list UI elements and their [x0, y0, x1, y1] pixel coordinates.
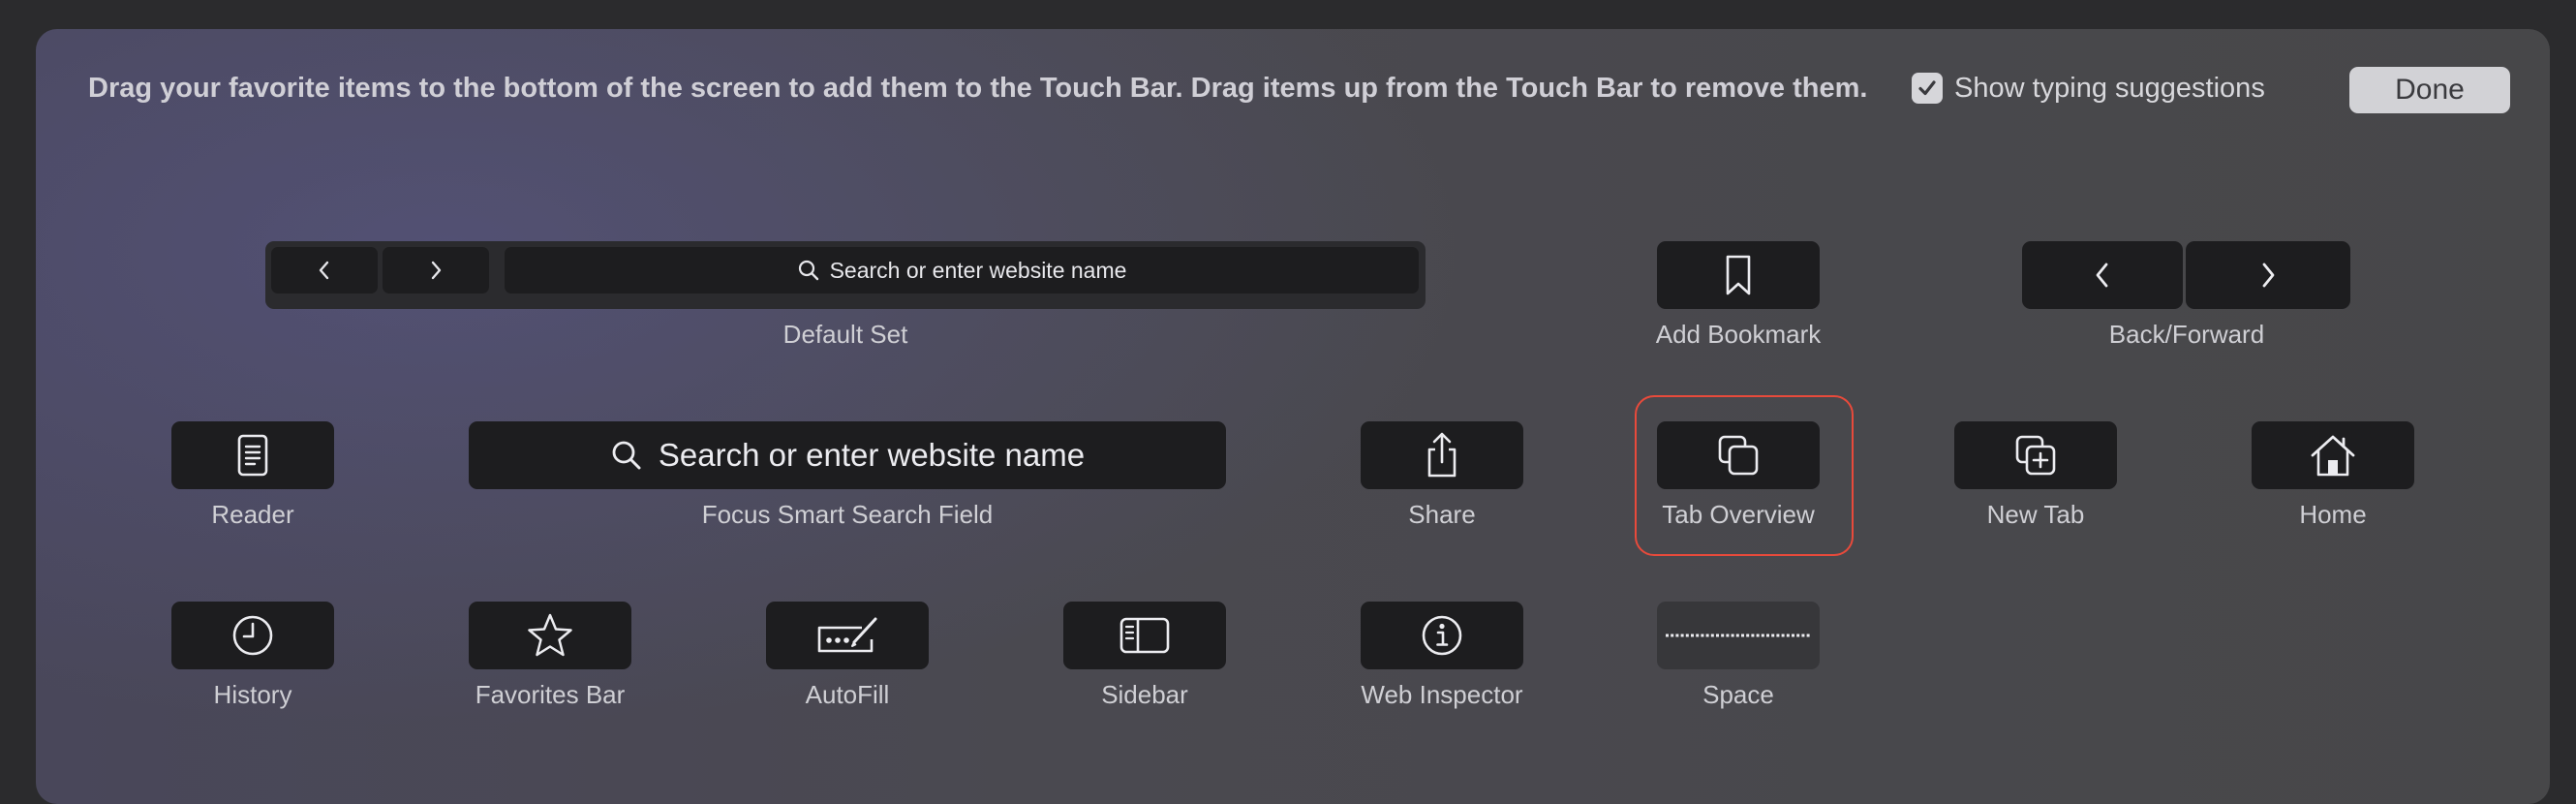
tab-overview-icon — [1718, 435, 1759, 476]
sidebar-icon — [1119, 617, 1170, 654]
tab-overview-label: Tab Overview — [1662, 500, 1815, 529]
focus-search-label: Focus Smart Search Field — [701, 500, 994, 529]
instructions-text: Drag your favorite items to the bottom o… — [88, 73, 1868, 104]
reader-label: Reader — [211, 500, 294, 529]
default-set-strip[interactable]: Search or enter website name — [265, 241, 1426, 309]
done-button[interactable]: Done — [2349, 67, 2510, 113]
share-key[interactable] — [1361, 421, 1523, 489]
web-inspector-label: Web Inspector — [1361, 680, 1523, 709]
star-icon — [528, 613, 572, 657]
typing-suggestions-label: Show typing suggestions — [1954, 72, 2265, 104]
focus-search-key[interactable]: Search or enter website name — [469, 421, 1226, 489]
search-icon — [612, 441, 641, 470]
history-key[interactable] — [171, 602, 334, 669]
favorites-bar-label: Favorites Bar — [475, 680, 626, 709]
sidebar-label: Sidebar — [1101, 680, 1188, 709]
space-label: Space — [1702, 680, 1774, 709]
chevron-right-icon — [431, 261, 442, 280]
forward-key[interactable] — [2186, 241, 2350, 309]
favorites-bar-key[interactable] — [469, 602, 631, 669]
space-icon — [1666, 634, 1811, 637]
back-forward-label: Back/Forward — [2108, 320, 2265, 349]
autofill-key[interactable] — [766, 602, 929, 669]
default-set-search-key: Search or enter website name — [505, 247, 1419, 294]
bookmark-icon — [1726, 255, 1751, 295]
space-key[interactable] — [1657, 602, 1820, 669]
autofill-icon — [817, 617, 877, 653]
new-tab-key[interactable] — [1954, 421, 2117, 489]
new-tab-icon — [2015, 435, 2056, 476]
reader-icon — [237, 434, 268, 477]
home-key[interactable] — [2252, 421, 2414, 489]
new-tab-label: New Tab — [1986, 500, 2085, 529]
chevron-left-icon — [2096, 263, 2108, 288]
history-label: History — [213, 680, 292, 709]
home-icon — [2311, 435, 2355, 477]
back-key[interactable] — [2022, 241, 2183, 309]
chevron-left-icon — [319, 261, 329, 280]
search-icon — [798, 260, 818, 281]
focus-search-text: Search or enter website name — [658, 437, 1086, 473]
default-set-forward-key — [383, 247, 489, 294]
add-bookmark-label: Add Bookmark — [1655, 320, 1822, 349]
reader-key[interactable] — [171, 421, 334, 489]
add-bookmark-key[interactable] — [1657, 241, 1820, 309]
chevron-right-icon — [2262, 263, 2275, 288]
share-icon — [1427, 432, 1457, 478]
typing-suggestions-toggle[interactable]: Show typing suggestions — [1912, 70, 2265, 107]
checkmark-icon — [1918, 80, 1936, 96]
home-label: Home — [2299, 500, 2367, 529]
default-set-label: Default Set — [782, 320, 908, 349]
autofill-label: AutoFill — [805, 680, 890, 709]
clock-icon — [232, 615, 273, 656]
tab-overview-key[interactable] — [1657, 421, 1820, 489]
share-label: Share — [1408, 500, 1476, 529]
typing-suggestions-checkbox[interactable] — [1912, 73, 1943, 104]
default-set-search-text: Search or enter website name — [829, 257, 1127, 283]
touch-bar-customization-panel: Drag your favorite items to the bottom o… — [36, 29, 2550, 804]
sidebar-key[interactable] — [1063, 602, 1226, 669]
web-inspector-key[interactable] — [1361, 602, 1523, 669]
info-icon — [1422, 615, 1462, 656]
default-set-back-key — [271, 247, 378, 294]
